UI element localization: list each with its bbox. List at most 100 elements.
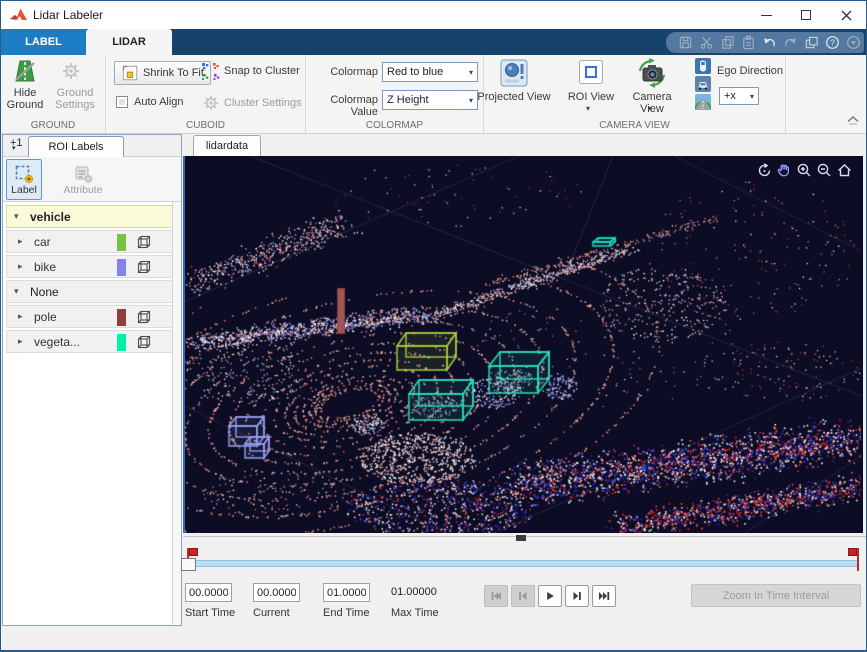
snap-to-cluster-icon[interactable] xyxy=(200,61,220,81)
ego-view-front-icon[interactable] xyxy=(695,94,711,110)
label-row-car[interactable]: ▸ car xyxy=(6,230,173,253)
cluster-settings-gear-icon xyxy=(202,94,220,112)
camera-view-caret-icon[interactable]: ▾ xyxy=(648,104,652,113)
label-group-vehicle[interactable]: ▾ vehicle xyxy=(6,205,173,228)
shrink-to-fit-button[interactable]: Shrink To Fit xyxy=(114,61,211,85)
title-bar: Lidar Labeler xyxy=(1,1,866,29)
restore-view-icon[interactable] xyxy=(836,162,853,179)
tab-roi-labels[interactable]: ROI Labels xyxy=(28,136,124,157)
ego-direction-label: Ego Direction xyxy=(717,65,783,77)
color-swatch xyxy=(117,259,126,276)
section-label-colormap: COLORMAP xyxy=(306,120,483,131)
minimize-button[interactable] xyxy=(746,1,786,29)
collapse-ribbon-icon[interactable] xyxy=(846,113,860,125)
panel-scrollbar-gutter[interactable] xyxy=(172,202,181,625)
time-slider-track[interactable] xyxy=(187,560,859,567)
more-options-icon[interactable] xyxy=(846,35,861,50)
color-swatch xyxy=(117,309,126,326)
ego-view-top-icon[interactable] xyxy=(695,58,711,74)
ribbon-section-cuboid: Shrink To Fit Auto Align Snap to Cluster… xyxy=(106,55,306,133)
pan-icon[interactable] xyxy=(776,162,793,179)
start-flag-icon[interactable] xyxy=(189,548,198,556)
previous-frame-button xyxy=(511,585,535,607)
matlab-logo-icon xyxy=(10,7,28,23)
hide-ground-button[interactable]: Hide Ground xyxy=(1,87,49,111)
help-icon[interactable]: ? xyxy=(825,35,840,50)
save-icon[interactable] xyxy=(678,35,693,50)
ribbon-section-camera-view: Projected View ROI View ▾ Camera View ▾ xyxy=(484,55,786,133)
auto-align-label[interactable]: Auto Align xyxy=(134,96,184,108)
window-controls xyxy=(746,1,866,29)
collapse-icon[interactable]: ▾ xyxy=(14,211,26,222)
label-row-bike[interactable]: ▸ bike xyxy=(6,255,173,278)
close-button[interactable] xyxy=(826,1,866,29)
expand-icon[interactable]: ▸ xyxy=(18,236,30,247)
projected-view-button[interactable]: Projected View xyxy=(477,91,551,103)
cuboid-icon[interactable] xyxy=(136,309,152,325)
expand-icon[interactable]: ▸ xyxy=(18,261,30,272)
quick-access-toolbar: ? xyxy=(666,32,864,53)
dropdown-caret-icon: ▾ xyxy=(469,96,473,105)
auto-align-checkbox[interactable] xyxy=(116,96,128,108)
cuboid-icon[interactable] xyxy=(136,259,152,275)
redo-icon[interactable] xyxy=(783,35,798,50)
label-button[interactable]: Label xyxy=(6,159,42,200)
label-group-none[interactable]: ▾ None xyxy=(6,280,173,303)
colormap-select[interactable]: Red to blue ▾ xyxy=(382,62,478,82)
tab-label[interactable]: LABEL xyxy=(1,29,86,55)
expand-icon[interactable]: ▸ xyxy=(18,311,30,322)
next-frame-icon xyxy=(571,590,583,602)
undo-icon[interactable] xyxy=(762,35,777,50)
splitter-grip[interactable] xyxy=(516,535,526,541)
start-time-input[interactable] xyxy=(185,583,232,602)
label-row-vegetation[interactable]: ▸ vegeta... xyxy=(6,330,173,353)
maximize-icon xyxy=(801,10,811,20)
paste-icon[interactable] xyxy=(741,35,756,50)
next-frame-button[interactable] xyxy=(565,585,589,607)
point-cloud-canvas[interactable] xyxy=(185,156,861,533)
tab-lidar[interactable]: LIDAR xyxy=(86,29,172,55)
rotate-3d-icon[interactable] xyxy=(756,162,773,179)
cluster-settings-label: Cluster Settings xyxy=(224,97,302,109)
end-flag-icon[interactable] xyxy=(848,548,857,556)
minimize-icon xyxy=(761,15,772,16)
section-label-camera-view: CAMERA VIEW xyxy=(484,120,785,131)
add-label-caret-icon[interactable]: ▾ xyxy=(12,144,16,152)
snap-to-cluster-label[interactable]: Snap to Cluster xyxy=(224,65,300,77)
end-time-input[interactable] xyxy=(323,583,370,602)
shrink-to-fit-icon xyxy=(121,64,139,82)
zoom-out-icon[interactable] xyxy=(816,162,833,179)
expand-icon[interactable]: ▸ xyxy=(18,336,30,347)
collapse-icon[interactable]: ▾ xyxy=(14,286,26,297)
cuboid-icon[interactable] xyxy=(136,234,152,250)
camera-view-icon[interactable] xyxy=(636,58,668,88)
end-flag-pole[interactable] xyxy=(857,548,859,571)
zoom-in-icon[interactable] xyxy=(796,162,813,179)
roi-view-caret-icon[interactable]: ▾ xyxy=(586,104,590,113)
hide-ground-icon[interactable] xyxy=(12,59,38,83)
roi-view-button[interactable]: ROI View xyxy=(567,91,615,103)
time-slider-handle[interactable] xyxy=(181,558,196,571)
colormap-value-label: Colormap Value xyxy=(300,94,378,118)
copy-icon[interactable] xyxy=(720,35,735,50)
ego-direction-select[interactable]: +x ▾ xyxy=(719,87,759,105)
ribbon-section-colormap: Colormap Red to blue ▾ Colormap Value Z … xyxy=(306,55,484,133)
cuboid-icon[interactable] xyxy=(136,334,152,350)
last-frame-button[interactable] xyxy=(592,585,616,607)
current-time-input[interactable] xyxy=(253,583,300,602)
projected-view-icon[interactable] xyxy=(499,58,529,88)
time-panel: 01.00000 Start Time Current End Time Max… xyxy=(183,536,867,636)
dropdown-caret-icon: ▾ xyxy=(750,92,754,101)
cut-icon[interactable] xyxy=(699,35,714,50)
tab-lidardata[interactable]: lidardata xyxy=(193,135,261,156)
close-icon xyxy=(841,10,852,21)
maximize-button[interactable] xyxy=(786,1,826,29)
label-row-pole[interactable]: ▸ pole xyxy=(6,305,173,328)
ego-view-chase-icon[interactable] xyxy=(695,76,711,92)
dock-windows-icon[interactable] xyxy=(804,35,819,50)
point-cloud-viewer xyxy=(183,156,863,533)
previous-frame-icon xyxy=(517,590,529,602)
roi-view-icon[interactable] xyxy=(578,59,604,85)
play-button[interactable] xyxy=(538,585,562,607)
colormap-value-select[interactable]: Z Height ▾ xyxy=(382,90,478,110)
